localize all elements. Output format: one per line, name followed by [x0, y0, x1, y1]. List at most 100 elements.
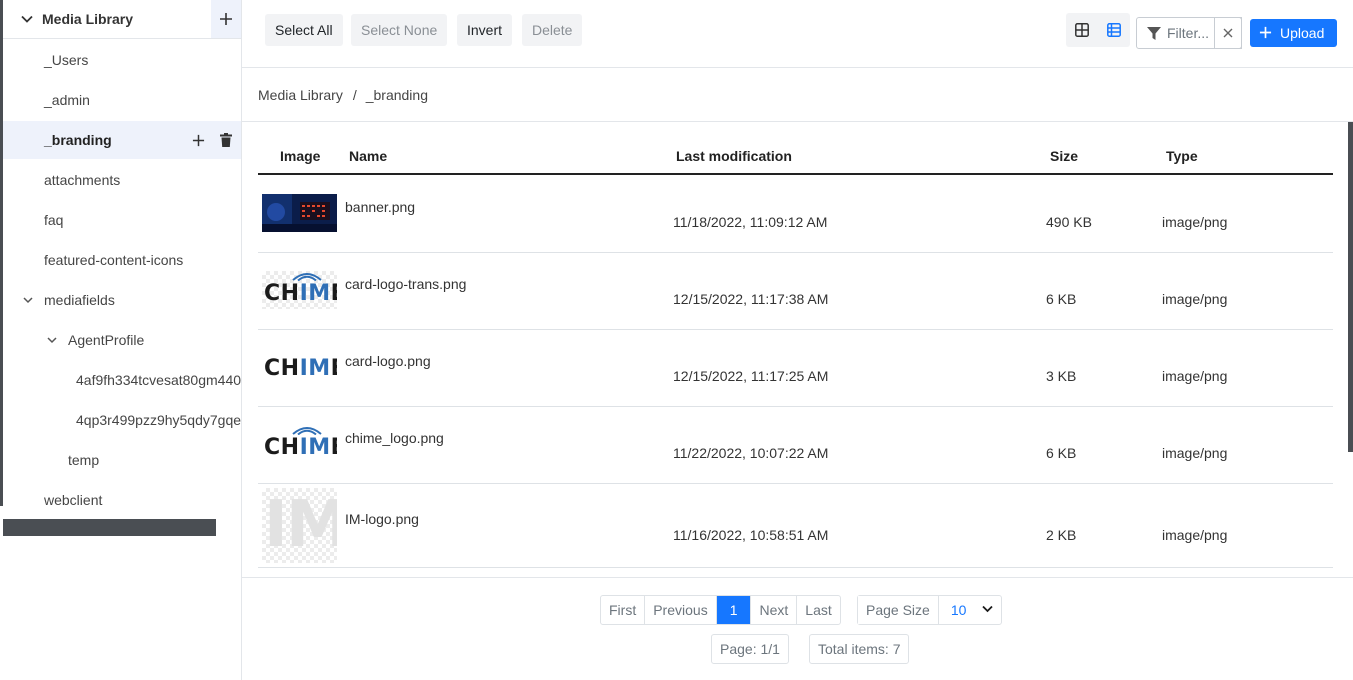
folder-item-agentprofile[interactable]: AgentProfile [3, 321, 241, 359]
folder-item-users[interactable]: _Users [3, 41, 241, 79]
signal-arcs-icon [292, 273, 322, 281]
file-type: image/png [1162, 214, 1228, 230]
file-size: 6 KB [1046, 445, 1077, 461]
file-name[interactable]: IM-logo.png [345, 511, 419, 527]
folder-item-admin[interactable]: _admin [3, 81, 241, 119]
clear-filter-button[interactable] [1214, 17, 1242, 49]
divider [242, 577, 1353, 578]
folder-actions [191, 132, 233, 148]
delete-button[interactable]: Delete [522, 14, 583, 46]
file-type: image/png [1162, 445, 1228, 461]
total-items: Total items: 7 [809, 634, 910, 664]
file-name[interactable]: chime_logo.png [345, 430, 444, 446]
file-modified: 12/15/2022, 11:17:25 AM [673, 368, 829, 384]
breadcrumb-current: _branding [365, 87, 428, 103]
logo-text-start: CH [264, 356, 300, 381]
breadcrumb: Media Library / _branding [258, 87, 428, 103]
file-name[interactable]: card-logo-trans.png [345, 276, 466, 292]
table-row[interactable]: IM IM-logo.png 11/16/2022, 10:58:51 AM 2… [258, 484, 1333, 568]
file-name[interactable]: banner.png [345, 199, 415, 215]
tree-root-media-library[interactable]: Media Library [3, 0, 241, 39]
file-modified: 12/15/2022, 11:17:38 AM [673, 291, 829, 307]
pagination: First Previous 1 Next Last [600, 595, 841, 625]
page-size-control: Page Size 10 [857, 595, 1002, 625]
previous-page-button[interactable]: Previous [645, 596, 717, 624]
chevron-down-icon[interactable] [46, 334, 58, 346]
folder-label: AgentProfile [68, 332, 145, 348]
column-header-name[interactable]: Name [349, 148, 387, 164]
page-size-value: 10 [950, 602, 967, 618]
file-size: 2 KB [1046, 527, 1077, 543]
logo-text-accent: IM [299, 435, 331, 460]
folder-label: attachments [44, 172, 121, 188]
folder-label: _admin [44, 92, 90, 108]
file-modified: 11/16/2022, 10:58:51 AM [673, 527, 829, 543]
plus-icon [192, 134, 204, 146]
file-modified: 11/22/2022, 10:07:22 AM [673, 445, 829, 461]
logo-text-accent: IM [299, 356, 331, 381]
thumbnail-card-logo[interactable]: CHIME [262, 348, 337, 386]
add-subfolder-button[interactable] [191, 132, 205, 148]
column-header-modified[interactable]: Last modification [676, 148, 792, 164]
thumbnail-card-logo-trans[interactable]: CHIME [262, 271, 337, 309]
tree-root-label: Media Library [42, 11, 134, 27]
folder-label: faq [44, 212, 64, 228]
column-header-type[interactable]: Type [1166, 148, 1198, 164]
im-logo-text: IM [264, 488, 337, 562]
table-row[interactable]: CHIME card-logo-trans.png 12/15/2022, 11… [258, 253, 1333, 330]
column-header-size[interactable]: Size [1050, 148, 1078, 164]
page-size-select[interactable]: 10 [939, 596, 1001, 624]
breadcrumb-root[interactable]: Media Library [258, 87, 343, 103]
folder-label: temp [68, 452, 100, 468]
folder-item-branding[interactable]: _branding [3, 121, 241, 159]
folder-item-temp[interactable]: temp [3, 441, 241, 479]
file-modified: 11/18/2022, 11:09:12 AM [673, 214, 828, 230]
file-size: 3 KB [1046, 368, 1077, 384]
chevron-down-icon [982, 605, 993, 613]
invert-button[interactable]: Invert [457, 14, 513, 46]
folder-item-agent-1[interactable]: 4af9fh334tcvesat80gm440p [3, 361, 241, 399]
select-none-button[interactable]: Select None [351, 14, 448, 46]
folder-item-faq[interactable]: faq [3, 201, 241, 239]
folder-label: webclient [44, 492, 103, 508]
chevron-down-icon[interactable] [22, 294, 34, 306]
last-page-button[interactable]: Last [797, 596, 839, 624]
sidebar-horizontal-scrollbar[interactable] [3, 519, 216, 536]
thumbnail-im-logo[interactable]: IM [262, 488, 337, 563]
page-1-button[interactable]: 1 [716, 596, 752, 624]
folder-item-webclient[interactable]: webclient [3, 481, 241, 519]
logo-text-start: CH [264, 281, 300, 306]
folder-item-mediafields[interactable]: mediafields [3, 281, 241, 319]
next-page-button[interactable]: Next [751, 596, 798, 624]
add-folder-button[interactable] [211, 0, 241, 38]
folder-item-featured-content-icons[interactable]: featured-content-icons [3, 241, 241, 279]
folder-item-attachments[interactable]: attachments [3, 161, 241, 199]
thumbnail-chime-logo[interactable]: CHIME [262, 425, 337, 463]
signal-arcs-icon [292, 427, 322, 435]
thumbnail-banner[interactable] [262, 194, 337, 232]
breadcrumb-separator: / [352, 87, 357, 103]
table-row[interactable]: CHIME chime_logo.png 11/22/2022, 10:07:2… [258, 407, 1333, 484]
close-icon [1223, 28, 1233, 38]
folder-item-agent-2[interactable]: 4qp3r499pzz9hy5qdy7gqe [3, 401, 241, 439]
first-page-button[interactable]: First [601, 596, 646, 624]
upload-button[interactable]: Upload [1250, 19, 1337, 47]
table-vertical-scrollbar[interactable] [1348, 122, 1353, 452]
table-row[interactable]: banner.png 11/18/2022, 11:09:12 AM 490 K… [258, 176, 1333, 253]
folder-label: mediafields [44, 292, 115, 308]
delete-folder-button[interactable] [219, 132, 233, 148]
grid-view-button[interactable] [1066, 13, 1098, 47]
file-name[interactable]: card-logo.png [345, 353, 431, 369]
trash-icon [220, 133, 232, 147]
list-icon [1107, 23, 1121, 37]
table-row[interactable]: CHIME card-logo.png 12/15/2022, 11:17:25… [258, 330, 1333, 407]
column-header-image[interactable]: Image [280, 148, 320, 164]
select-all-button[interactable]: Select All [265, 14, 343, 46]
chevron-down-icon[interactable] [20, 12, 34, 26]
logo-text-start: CH [264, 435, 300, 460]
page-size-label: Page Size [858, 596, 939, 624]
grid-icon [1075, 23, 1089, 37]
file-size: 6 KB [1046, 291, 1077, 307]
view-toggle [1066, 13, 1130, 47]
list-view-button[interactable] [1098, 13, 1130, 47]
